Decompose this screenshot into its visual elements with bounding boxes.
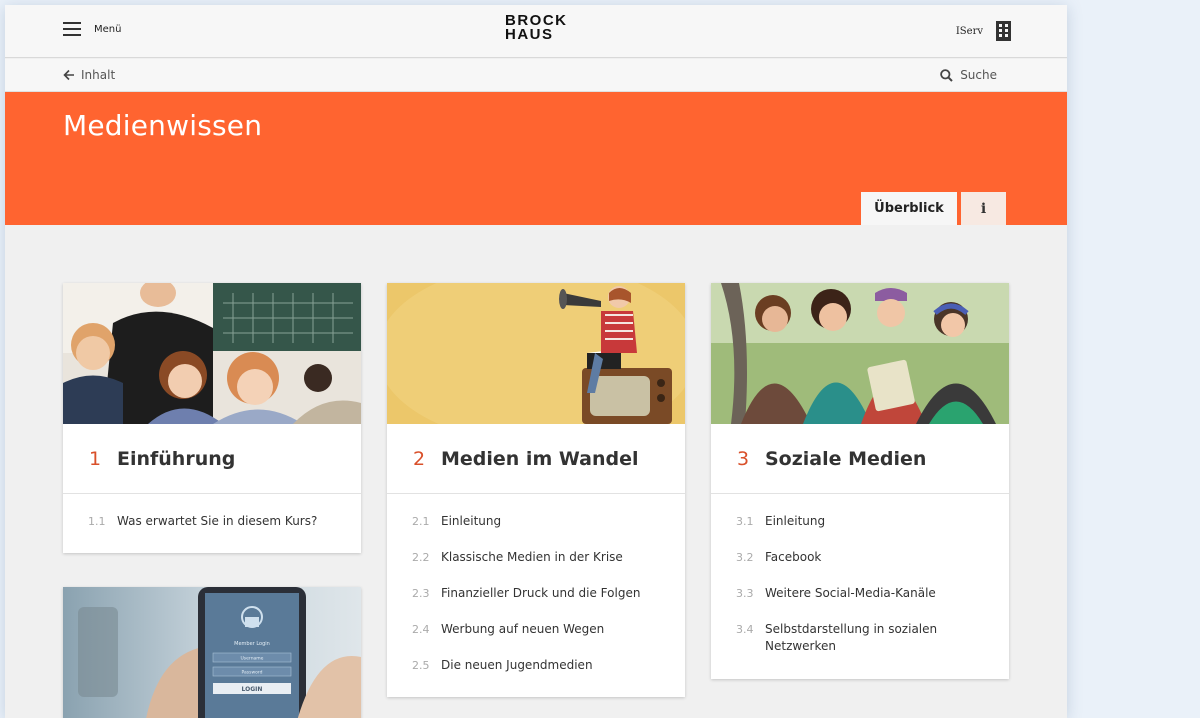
chapter-item[interactable]: 3.3 Weitere Social-Media-Kanäle: [711, 585, 1009, 602]
chapter-number: 2: [413, 447, 426, 470]
chapter-image-classroom: [63, 283, 361, 424]
chapter-item[interactable]: 3.1 Einleitung: [711, 513, 1009, 530]
nav-bar: Inhalt Suche: [5, 59, 1067, 92]
building-icon: [996, 21, 1011, 41]
brockhaus-logo[interactable]: BROCK HAUS: [505, 13, 568, 43]
course-header: Medienwissen Überblick i: [5, 92, 1067, 225]
item-label: Was erwartet Sie in diesem Kurs?: [117, 514, 318, 528]
arrow-left-icon: [63, 69, 74, 81]
chapter-title: Einführung: [117, 447, 236, 470]
chapter-items: 3.1 Einleitung 3.2 Facebook 3.3 Weitere …: [711, 494, 1009, 655]
chapter-item[interactable]: 2.1 Einleitung: [387, 513, 685, 530]
app-window: Menü BROCK HAUS IServ Inhalt Suche Medie…: [5, 5, 1067, 718]
tab-overview[interactable]: Überblick: [861, 192, 957, 225]
item-number: 1.1: [88, 515, 106, 528]
phone-login-title: Member Login: [234, 641, 270, 647]
item-label: Werbung auf neuen Wegen: [441, 622, 605, 636]
chapter-image-girls-smartphone: [711, 283, 1009, 424]
item-number: 3.2: [736, 551, 754, 564]
back-to-contents-link[interactable]: Inhalt: [63, 68, 115, 82]
item-number: 2.2: [412, 551, 430, 564]
search-icon: [940, 68, 953, 82]
item-number: 2.3: [412, 587, 430, 600]
item-label: Selbstdarstellung in sozialen Netzwerken: [765, 622, 938, 653]
item-label: Die neuen Jugendmedien: [441, 658, 593, 672]
chapter-number: 3: [737, 447, 750, 470]
chapter-item[interactable]: 2.4 Werbung auf neuen Wegen: [387, 621, 685, 638]
item-number: 2.5: [412, 659, 430, 672]
chapter-item[interactable]: 1.1 Was erwartet Sie in diesem Kurs?: [63, 513, 361, 530]
chapter-title-row: 1 Einführung: [63, 424, 361, 494]
phone-password-field: Password: [241, 670, 262, 676]
chapter-title: Medien im Wandel: [441, 447, 639, 470]
account-button[interactable]: IServ: [956, 21, 1011, 41]
item-number: 2.4: [412, 623, 430, 636]
chapter-item[interactable]: 3.2 Facebook: [711, 549, 1009, 566]
chapter-card-3[interactable]: 3 Soziale Medien 3.1 Einleitung 3.2 Face…: [711, 283, 1009, 679]
back-label: Inhalt: [81, 68, 116, 82]
account-label: IServ: [955, 25, 983, 37]
chapter-card-1[interactable]: 1 Einführung 1.1 Was erwartet Sie in die…: [63, 283, 361, 553]
chapter-image-megaphone-tv: [387, 283, 685, 424]
item-number: 2.1: [412, 515, 430, 528]
hamburger-icon: [63, 22, 81, 36]
chapter-number: 1: [89, 447, 102, 470]
item-label: Weitere Social-Media-Kanäle: [765, 586, 936, 600]
item-number: 3.3: [736, 587, 754, 600]
item-number: 3.1: [736, 515, 754, 528]
item-label: Einleitung: [765, 514, 826, 528]
search-label: Suche: [960, 68, 997, 82]
chapter-item[interactable]: 2.3 Finanzieller Druck und die Folgen: [387, 585, 685, 602]
menu-label: Menü: [94, 23, 122, 35]
logo-line-2: HAUS: [505, 26, 554, 43]
menu-button[interactable]: Menü: [63, 22, 121, 36]
chapter-items: 1.1 Was erwartet Sie in diesem Kurs?: [63, 494, 361, 530]
item-number: 3.4: [736, 623, 754, 636]
top-bar: Menü BROCK HAUS IServ: [5, 5, 1067, 58]
chapter-items: 2.1 Einleitung 2.2 Klassische Medien in …: [387, 494, 685, 674]
chapter-item[interactable]: 2.5 Die neuen Jugendmedien: [387, 657, 685, 674]
chapter-card-2[interactable]: 2 Medien im Wandel 2.1 Einleitung 2.2 Kl…: [387, 283, 685, 697]
chapter-item[interactable]: 2.2 Klassische Medien in der Krise: [387, 549, 685, 566]
chapter-item[interactable]: 3.4 Selbstdarstellung in sozialen Netzwe…: [711, 621, 1009, 655]
item-label: Finanzieller Druck und die Folgen: [441, 586, 641, 600]
chapter-card-4[interactable]: Member Login Username Password LOGIN: [63, 587, 361, 718]
item-label: Klassische Medien in der Krise: [441, 550, 623, 564]
page-title: Medienwissen: [63, 109, 263, 142]
chapter-image-phone-login: Member Login Username Password LOGIN: [63, 587, 361, 718]
search-button[interactable]: Suche: [940, 68, 997, 82]
chapter-title-row: 2 Medien im Wandel: [387, 424, 685, 494]
chapter-title-row: 3 Soziale Medien: [711, 424, 1009, 494]
phone-username-field: Username: [241, 656, 264, 662]
chapter-title: Soziale Medien: [765, 447, 927, 470]
phone-login-button: LOGIN: [242, 686, 263, 693]
item-label: Einleitung: [441, 514, 502, 528]
item-label: Facebook: [765, 550, 822, 564]
tab-info[interactable]: i: [961, 192, 1006, 225]
